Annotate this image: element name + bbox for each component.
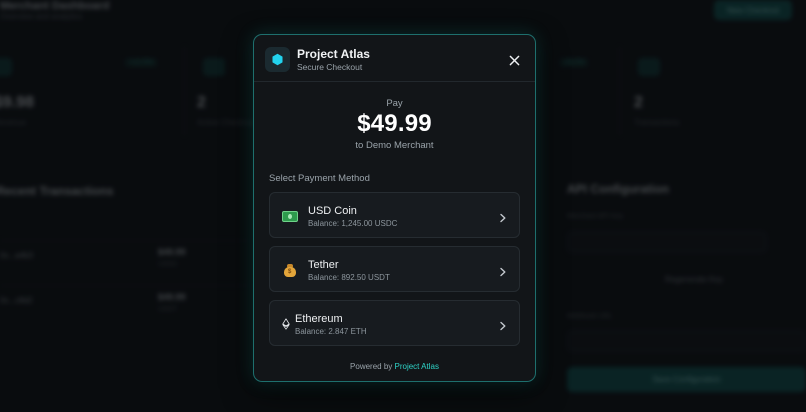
payment-method-eth[interactable]: Ethereum Balance: 2.847 ETH (269, 300, 520, 346)
powered-by-link[interactable]: Project Atlas (395, 362, 439, 371)
close-button[interactable] (504, 50, 524, 70)
payment-amount: $49.99 (357, 110, 432, 137)
brand-name: Project Atlas (297, 47, 370, 61)
checkout-modal: Project Atlas Secure Checkout Pay $49.99… (253, 34, 536, 382)
payment-method-usdt[interactable]: $ Tether Balance: 892.50 USDT (269, 246, 520, 292)
close-icon (509, 55, 519, 65)
ethereum-icon (278, 316, 294, 332)
chevron-right-icon (498, 318, 508, 331)
hexagon-icon (272, 53, 283, 66)
chevron-right-icon (498, 210, 508, 223)
payee-label: to Demo Merchant (355, 140, 434, 151)
payment-method-usdc[interactable]: USD Coin Balance: 1,245.00 USDC (269, 192, 520, 238)
method-balance: Balance: 1,245.00 USDC (308, 219, 398, 228)
method-balance: Balance: 2.847 ETH (295, 327, 367, 336)
method-name: USD Coin (308, 205, 357, 217)
money-bag-icon: $ (282, 262, 298, 278)
pay-label: Pay (386, 98, 403, 109)
cash-icon (282, 208, 298, 224)
brand-logo (265, 47, 290, 72)
modal-header: Project Atlas Secure Checkout (254, 35, 535, 82)
select-method-label: Select Payment Method (269, 173, 370, 184)
method-name: Ethereum (295, 313, 343, 325)
brand-subtitle: Secure Checkout (297, 62, 363, 72)
method-name: Tether (308, 259, 339, 271)
powered-by-prefix: Powered by (350, 362, 395, 371)
chevron-right-icon (498, 264, 508, 277)
powered-by: Powered by Project Atlas (254, 362, 535, 371)
method-balance: Balance: 892.50 USDT (308, 273, 390, 282)
